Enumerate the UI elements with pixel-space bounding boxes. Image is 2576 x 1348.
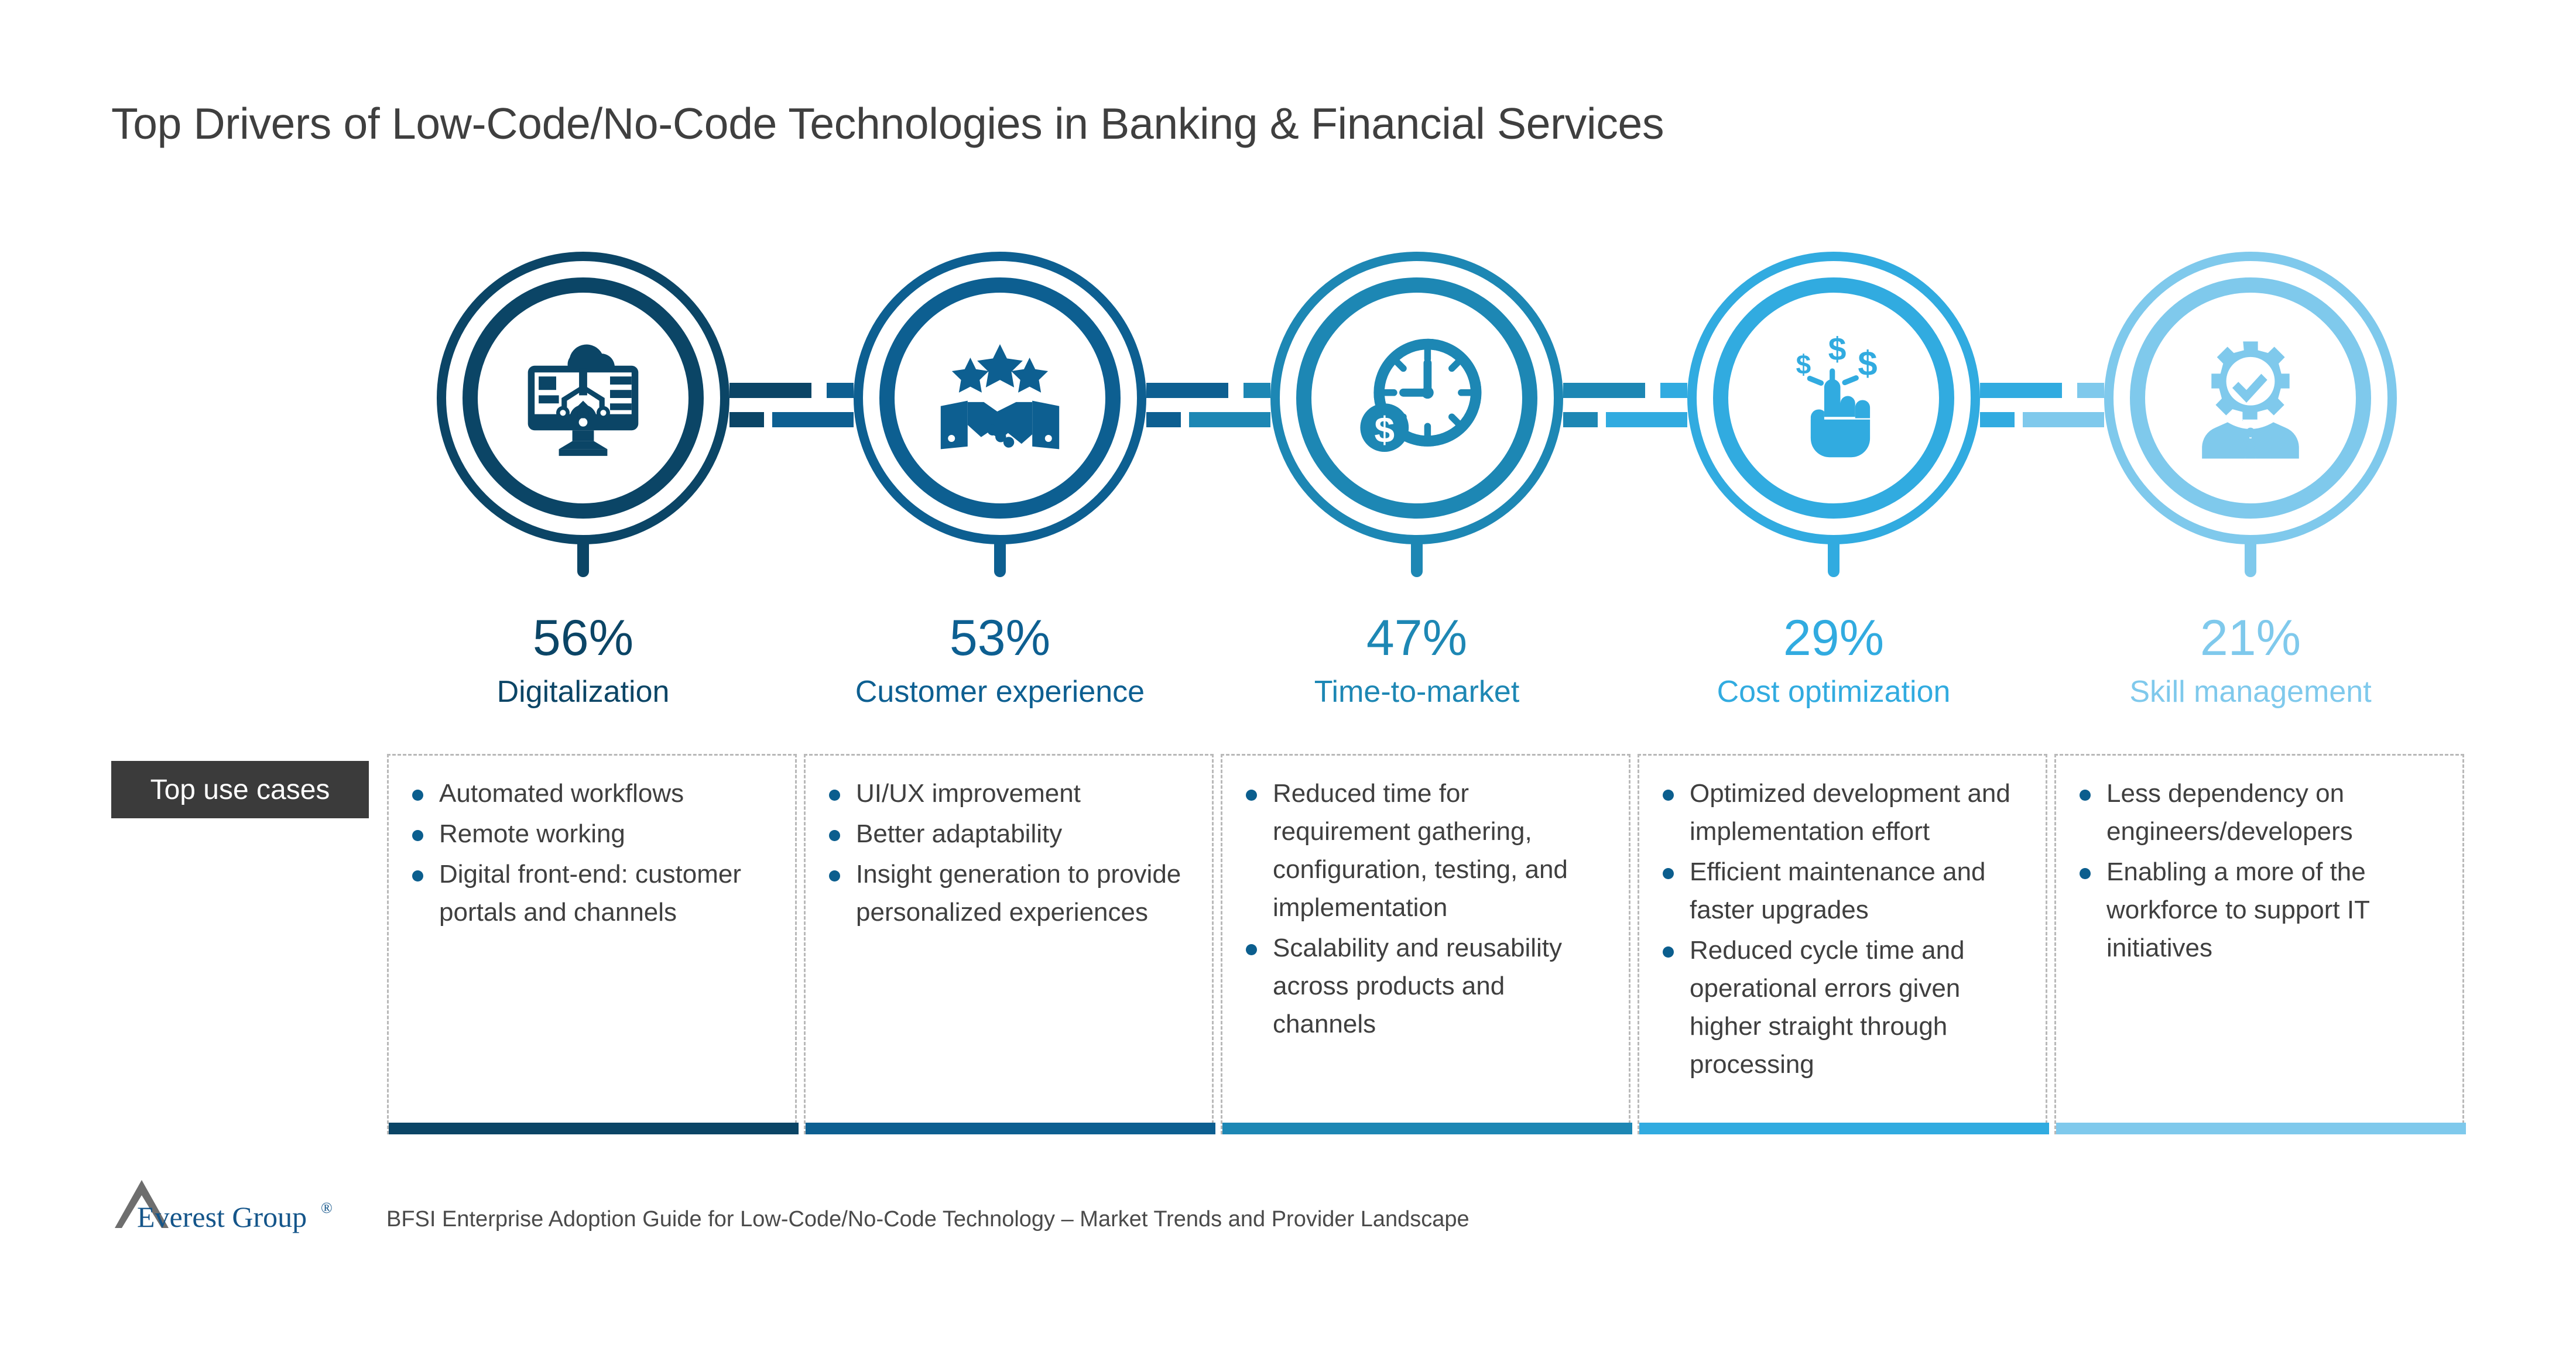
use-case-item: Reduced time for requirement gathering, … [1240, 774, 1614, 927]
stage-metric-1: 56% Digitalization [407, 609, 759, 709]
footer-caption: BFSI Enterprise Adoption Guide for Low-C… [386, 1207, 1469, 1232]
stage-circle-3: $ [1241, 252, 1592, 591]
use-case-column-2: UI/UX improvement Better adaptability Insi… [804, 754, 1215, 1134]
stage-ring-group [437, 252, 729, 544]
stage-percent: 29% [1783, 610, 1885, 666]
person-gear-check-icon [2183, 331, 2318, 465]
column-accent-bar [389, 1123, 799, 1134]
use-case-item: Automated workflows [406, 774, 780, 812]
use-case-item: Remote working [406, 815, 780, 853]
page-title: Top Drivers of Low-Code/No-Code Technolo… [111, 99, 1664, 148]
stage-label: Cost optimization [1717, 675, 1951, 709]
clock-dollar-icon: $ [1349, 331, 1484, 465]
use-case-item: Insight generation to provide personaliz… [823, 855, 1197, 931]
stage-label: Time-to-market [1314, 675, 1520, 709]
stage-label: Skill management [2129, 675, 2372, 709]
top-use-cases-label: Top use cases [150, 774, 330, 805]
stage-percent: 56% [532, 610, 634, 666]
use-case-item: Reduced cycle time and operational error… [1657, 931, 2030, 1083]
stage-label: Digitalization [496, 675, 670, 709]
stage-stem [994, 541, 1006, 577]
use-case-item: Better adaptability [823, 815, 1197, 853]
use-case-column-3: Reduced time for requirement gathering, … [1221, 754, 1632, 1134]
svg-text:$: $ [1796, 349, 1811, 380]
stage-percent: 21% [2200, 610, 2301, 666]
use-case-item: Digital front-end: customer portals and … [406, 855, 780, 931]
stage-metric-2: 53% Customer experience [824, 609, 1176, 709]
use-case-column-row: Automated workflows Remote working Digital… [383, 754, 2468, 1152]
column-accent-bar [1639, 1123, 2049, 1134]
stage-stem [1411, 541, 1423, 577]
column-accent-bar [806, 1123, 1215, 1134]
stage-stem [577, 541, 589, 577]
stage-circle-5 [2075, 252, 2426, 591]
use-case-list: Optimized development and implementation… [1657, 774, 2030, 1083]
stage-ring-group: $ $ $ [1687, 252, 1980, 544]
use-case-column-5: Less dependency on engineers/developers E… [2054, 754, 2466, 1134]
stage-metric-row: 56% Digitalization 53% Customer experience 4… [375, 609, 2459, 743]
svg-text:Everest Group: Everest Group [137, 1200, 307, 1233]
stage-metric-3: 47% Time-to-market [1241, 609, 1592, 709]
stage-circle-2 [824, 252, 1176, 591]
stage-circle-row: $ $ $ $ [375, 252, 2459, 591]
use-case-list: Less dependency on engineers/developers E… [2074, 774, 2447, 967]
infographic-slide: Top Drivers of Low-Code/No-Code Technolo… [0, 0, 2576, 1348]
use-case-item: Less dependency on engineers/developers [2074, 774, 2447, 850]
monitor-cloud-gear-icon [516, 331, 650, 465]
stage-stem [2245, 541, 2256, 577]
use-case-item: Scalability and reusability across produ… [1240, 929, 1614, 1043]
use-case-list: UI/UX improvement Better adaptability Insi… [823, 774, 1197, 931]
use-case-item: Efficient maintenance and faster upgrade… [1657, 853, 2030, 929]
use-case-column-1: Automated workflows Remote working Digital… [387, 754, 799, 1134]
column-accent-bar [1222, 1123, 1632, 1134]
stage-label: Customer experience [855, 675, 1145, 709]
column-accent-bar [2056, 1123, 2466, 1134]
svg-text:®: ® [321, 1199, 333, 1216]
use-case-item: UI/UX improvement [823, 774, 1197, 812]
stage-stem [1828, 541, 1839, 577]
stage-circle-4: $ $ $ [1658, 252, 2009, 591]
use-case-list: Reduced time for requirement gathering, … [1240, 774, 1614, 1043]
stage-percent: 53% [949, 610, 1051, 666]
use-case-item: Optimized development and implementation… [1657, 774, 2030, 850]
use-case-item: Enabling a more of the workforce to supp… [2074, 853, 2447, 967]
svg-text:$: $ [1828, 331, 1847, 368]
svg-text:$: $ [1375, 410, 1395, 451]
stage-ring-group [854, 252, 1146, 544]
stage-metric-5: 21% Skill management [2075, 609, 2426, 709]
hand-click-dollar-icon: $ $ $ [1766, 331, 1901, 465]
svg-text:$: $ [1858, 344, 1877, 383]
use-case-list: Automated workflows Remote working Digital… [406, 774, 780, 931]
use-case-column-4: Optimized development and implementation… [1638, 754, 2049, 1134]
top-use-cases-tag: Top use cases [111, 761, 369, 818]
stage-ring-group: $ [1270, 252, 1563, 544]
handshake-stars-icon [933, 331, 1067, 465]
everest-group-logo: Everest Group ® [111, 1171, 357, 1235]
stage-percent: 47% [1366, 610, 1468, 666]
stage-circle-1 [407, 252, 759, 591]
stage-metric-4: 29% Cost optimization [1658, 609, 2009, 709]
stage-ring-group [2104, 252, 2397, 544]
